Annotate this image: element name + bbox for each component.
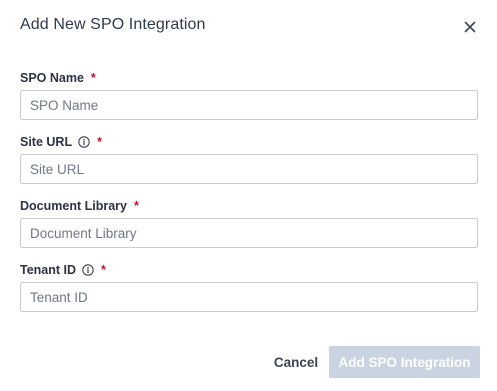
info-icon[interactable] bbox=[82, 264, 94, 276]
required-asterisk: * bbox=[97, 135, 102, 149]
required-asterisk: * bbox=[101, 263, 106, 277]
add-spo-integration-button[interactable]: Add SPO Integration bbox=[329, 346, 480, 378]
tenant-id-label: Tenant ID bbox=[20, 263, 77, 277]
required-asterisk: * bbox=[90, 71, 96, 85]
site-url-label: Site URL bbox=[20, 135, 73, 149]
site-url-input[interactable] bbox=[20, 154, 478, 184]
site-url-label-row: Site URL * bbox=[20, 134, 102, 150]
add-spo-integration-dialog: Add New SPO Integration SPO Name * Site … bbox=[0, 0, 497, 391]
required-asterisk: * bbox=[133, 199, 139, 213]
document-library-label: Document Library bbox=[20, 199, 127, 213]
tenant-id-label-row: Tenant ID * bbox=[20, 262, 106, 278]
spo-name-label-row: SPO Name * bbox=[20, 70, 96, 86]
document-library-label-row: Document Library * bbox=[20, 198, 139, 214]
document-library-input[interactable] bbox=[20, 218, 478, 248]
spo-name-label: SPO Name bbox=[20, 71, 84, 85]
cancel-button[interactable]: Cancel bbox=[268, 346, 324, 378]
close-icon[interactable] bbox=[462, 19, 478, 35]
dialog-title: Add New SPO Integration bbox=[20, 16, 206, 33]
tenant-id-input[interactable] bbox=[20, 282, 478, 312]
info-icon[interactable] bbox=[78, 136, 90, 148]
spo-name-input[interactable] bbox=[20, 90, 478, 120]
